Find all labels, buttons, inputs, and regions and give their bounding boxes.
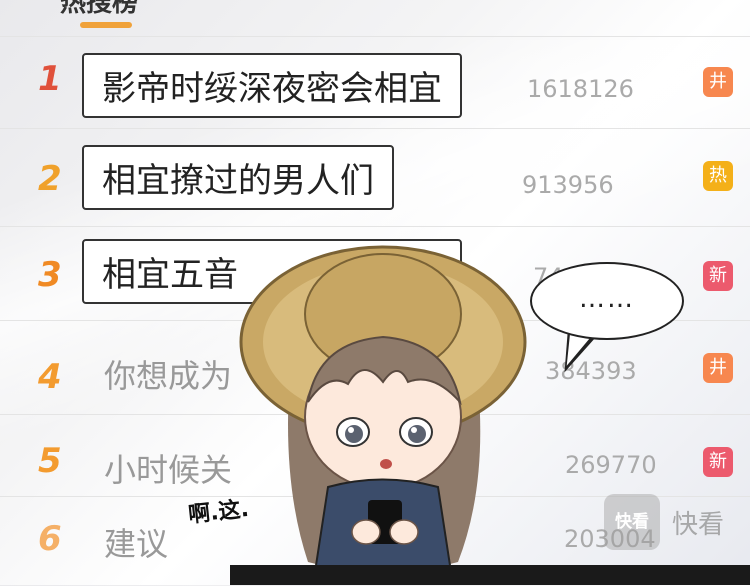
sound-effect-text: 啊.这. bbox=[187, 496, 251, 529]
hot-badge-icon: 热 bbox=[703, 161, 733, 191]
new-badge-icon: 新 bbox=[703, 261, 733, 291]
tab-bar: 热搜榜 bbox=[0, 0, 750, 36]
trend-title: 影帝时绥深夜密会相宜 bbox=[82, 53, 462, 118]
trend-count: 913956 bbox=[522, 171, 614, 199]
kuaikan-logo-icon: 快看 bbox=[604, 494, 660, 550]
speech-bubble: …… bbox=[530, 262, 684, 340]
tab-underline bbox=[80, 22, 132, 28]
tab-hot-search[interactable]: 热搜榜 bbox=[60, 0, 138, 19]
new-badge-icon: 新 bbox=[703, 447, 733, 477]
rank-number: 2 bbox=[38, 159, 62, 199]
hash-badge-icon: 井 bbox=[703, 67, 733, 97]
list-item[interactable]: 1 影帝时绥深夜密会相宜 1618126 井 bbox=[0, 36, 750, 129]
trend-title: 建议 bbox=[104, 525, 169, 563]
rank-number: 4 bbox=[38, 357, 62, 397]
hash-badge-icon: 井 bbox=[703, 353, 733, 383]
trend-title: 相宜撩过的男人们 bbox=[82, 145, 394, 210]
rank-number: 1 bbox=[38, 59, 62, 99]
rank-number: 6 bbox=[38, 519, 62, 559]
bottom-dark-strip bbox=[230, 565, 750, 585]
trend-title: 你想成为 bbox=[104, 357, 233, 395]
kuaikan-watermark: 快看 快看 bbox=[604, 494, 740, 550]
rank-number: 5 bbox=[38, 441, 62, 481]
trend-title: 小时候关 bbox=[104, 451, 233, 489]
list-item[interactable]: 2 相宜撩过的男人们 913956 热 bbox=[0, 128, 750, 227]
trend-count: 269770 bbox=[565, 451, 657, 479]
trend-count: 1618126 bbox=[527, 75, 634, 103]
watermark-text: 快看 bbox=[672, 510, 725, 540]
chibi-girl-illustration bbox=[239, 245, 527, 585]
rank-number: 3 bbox=[38, 255, 62, 295]
